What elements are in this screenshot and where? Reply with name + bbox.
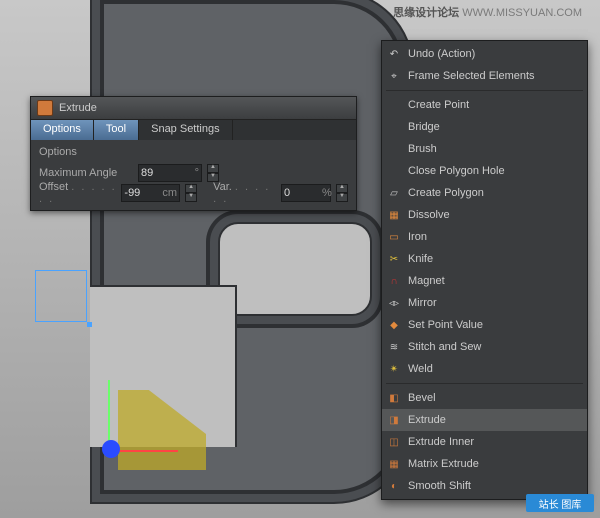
menu-knife[interactable]: ✂Knife bbox=[382, 248, 587, 270]
menu-stitch-and-sew[interactable]: ≋Stitch and Sew bbox=[382, 336, 587, 358]
bridge-icon bbox=[386, 119, 402, 135]
menu-set-point-value[interactable]: ◆Set Point Value bbox=[382, 314, 587, 336]
close-poly-icon bbox=[386, 163, 402, 179]
watermark: 思缘设计论坛 WWW.MISSYUAN.COM bbox=[393, 4, 582, 20]
var-field[interactable]: % bbox=[281, 184, 331, 202]
max-angle-unit: ° bbox=[195, 167, 201, 179]
extrude-icon bbox=[37, 100, 53, 116]
corner-stamp: 站长 图库 bbox=[526, 494, 594, 512]
knife-icon: ✂ bbox=[386, 251, 402, 267]
var-spinner[interactable]: ▲▼ bbox=[336, 184, 348, 202]
menu-magnet[interactable]: ∩Magnet bbox=[382, 270, 587, 292]
menu-undo[interactable]: ↶Undo (Action) bbox=[382, 43, 587, 65]
menu-bridge[interactable]: Bridge bbox=[382, 116, 587, 138]
iron-icon: ▭ bbox=[386, 229, 402, 245]
tab-tool[interactable]: Tool bbox=[94, 120, 139, 140]
menu-iron[interactable]: ▭Iron bbox=[382, 226, 587, 248]
menu-create-polygon[interactable]: ▱Create Polygon bbox=[382, 182, 587, 204]
mirror-icon: ◃▹ bbox=[386, 295, 402, 311]
max-angle-input[interactable] bbox=[139, 167, 195, 179]
max-angle-label: Maximum Angle bbox=[39, 167, 134, 179]
camera-frame-indicator bbox=[35, 270, 87, 322]
weld-icon: ✴ bbox=[386, 361, 402, 377]
magnet-icon: ∩ bbox=[386, 273, 402, 289]
context-menu[interactable]: ↶Undo (Action) ⌖Frame Selected Elements … bbox=[381, 40, 588, 500]
dialog-title: Extrude bbox=[59, 102, 97, 114]
var-label: Var. . . . . . . bbox=[213, 181, 277, 205]
set-point-icon: ◆ bbox=[386, 317, 402, 333]
menu-separator bbox=[386, 90, 583, 91]
menu-frame-selected[interactable]: ⌖Frame Selected Elements bbox=[382, 65, 587, 87]
mesh-hole bbox=[218, 222, 372, 316]
max-angle-spinner[interactable]: ▲▼ bbox=[207, 164, 219, 182]
dialog-titlebar[interactable]: Extrude bbox=[31, 97, 356, 120]
menu-create-point[interactable]: Create Point bbox=[382, 94, 587, 116]
create-poly-icon: ▱ bbox=[386, 185, 402, 201]
axis-gizmo[interactable] bbox=[100, 380, 180, 490]
menu-extrude[interactable]: ◨Extrude bbox=[382, 409, 587, 431]
matrix-extrude-icon: ▦ bbox=[386, 456, 402, 472]
axis-origin-handle[interactable] bbox=[102, 440, 120, 458]
bevel-icon: ◧ bbox=[386, 390, 402, 406]
section-label: Options bbox=[39, 146, 348, 158]
extrude-icon: ◨ bbox=[386, 412, 402, 428]
frame-icon: ⌖ bbox=[386, 68, 402, 84]
offset-field[interactable]: cm bbox=[121, 184, 180, 202]
smooth-shift-icon: ◐ bbox=[386, 478, 402, 494]
extrude-inner-icon: ◫ bbox=[386, 434, 402, 450]
menu-extrude-inner[interactable]: ◫Extrude Inner bbox=[382, 431, 587, 453]
menu-separator bbox=[386, 383, 583, 384]
undo-icon: ↶ bbox=[386, 46, 402, 62]
offset-input[interactable] bbox=[122, 187, 162, 199]
offset-label: Offset . . . . . . . bbox=[39, 181, 117, 205]
dissolve-icon: ▦ bbox=[386, 207, 402, 223]
stitch-icon: ≋ bbox=[386, 339, 402, 355]
menu-dissolve[interactable]: ▦Dissolve bbox=[382, 204, 587, 226]
var-input[interactable] bbox=[282, 187, 322, 199]
offset-spinner[interactable]: ▲▼ bbox=[185, 184, 197, 202]
extrude-dialog[interactable]: Extrude Options Tool Snap Settings Optio… bbox=[30, 96, 357, 211]
tab-snap-settings[interactable]: Snap Settings bbox=[139, 120, 233, 140]
menu-matrix-extrude[interactable]: ▦Matrix Extrude bbox=[382, 453, 587, 475]
create-point-icon bbox=[386, 97, 402, 113]
dialog-tabs: Options Tool Snap Settings bbox=[31, 120, 356, 140]
menu-mirror[interactable]: ◃▹Mirror bbox=[382, 292, 587, 314]
menu-brush[interactable]: Brush bbox=[382, 138, 587, 160]
menu-bevel[interactable]: ◧Bevel bbox=[382, 387, 587, 409]
brush-icon bbox=[386, 141, 402, 157]
tab-options[interactable]: Options bbox=[31, 120, 94, 140]
var-unit: % bbox=[322, 187, 334, 199]
max-angle-field[interactable]: ° bbox=[138, 164, 202, 182]
menu-close-polygon-hole[interactable]: Close Polygon Hole bbox=[382, 160, 587, 182]
offset-unit: cm bbox=[162, 187, 179, 199]
menu-weld[interactable]: ✴Weld bbox=[382, 358, 587, 380]
